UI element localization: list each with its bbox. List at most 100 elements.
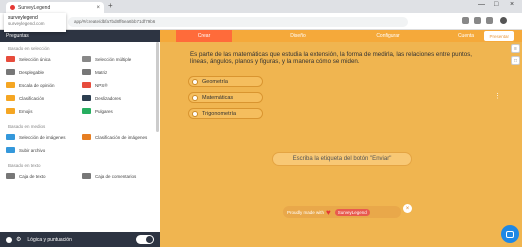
tab-account[interactable]: Cuenta xyxy=(446,30,486,42)
maximize-button[interactable]: □ xyxy=(494,1,498,8)
menu-icon[interactable] xyxy=(486,17,493,24)
bookmark-icon[interactable] xyxy=(474,17,481,24)
question-type-label: Clasificación de imágenes xyxy=(95,134,148,140)
url-suggestion[interactable]: surveylegend surveylegend.com xyxy=(4,13,66,32)
question-type-item[interactable]: Caja de texto xyxy=(6,171,78,181)
url-input[interactable]: app/#/create/dbfa7bd8ff6ea6bb71df79b6 xyxy=(68,17,408,27)
close-badge-icon[interactable]: × xyxy=(403,204,412,213)
tab-title: SurveyLegend xyxy=(18,4,51,11)
option-label: Geometría xyxy=(202,78,228,85)
question-type-label: Deslizadores xyxy=(95,95,122,101)
panel-scrollbar[interactable] xyxy=(156,42,159,132)
question-type-icon xyxy=(82,108,91,114)
question-type-label: Caja de comentarios xyxy=(95,173,137,179)
question-type-item[interactable]: Selección múltiple xyxy=(82,54,154,64)
question-type-icon xyxy=(6,82,15,88)
question-type-item[interactable]: Subir archivo xyxy=(6,145,78,155)
radio-icon xyxy=(192,110,198,117)
answer-option[interactable]: Geometría xyxy=(188,76,263,87)
tab-create[interactable]: Crear xyxy=(176,30,232,42)
question-type-label: Selección múltiple xyxy=(95,56,132,62)
question-type-label: Caja de texto xyxy=(19,173,46,179)
suggestion-secondary: surveylegend.com xyxy=(8,21,45,26)
question-type-icon xyxy=(6,69,15,75)
question-type-icon xyxy=(6,95,15,101)
answer-option[interactable]: Matemáticas xyxy=(188,92,263,103)
text-question-grid: Caja de texto Caja de comentarios xyxy=(0,171,160,181)
window-close-button[interactable]: × xyxy=(510,1,514,8)
question-type-item[interactable]: Desplegable xyxy=(6,67,78,77)
question-type-icon xyxy=(82,82,91,88)
question-type-label: Subir archivo xyxy=(19,147,46,153)
question-type-item[interactable]: Clasificación xyxy=(6,93,78,103)
question-type-label: Pulgares xyxy=(95,108,113,114)
panel-header-label: Preguntas xyxy=(6,33,29,39)
brand-label: SurveyLegend xyxy=(334,208,370,216)
question-type-label: Selección única xyxy=(19,56,51,62)
basic-question-grid: Selección única Selección múltiple Despleg… xyxy=(0,54,160,116)
tab-close-icon[interactable]: × xyxy=(96,5,100,11)
question-text[interactable]: Es parte de las matemáticas que estudia … xyxy=(190,51,490,65)
question-type-label: NPS® xyxy=(95,82,108,88)
powered-by-badge[interactable]: Proudly made with ♥ SurveyLegend xyxy=(283,206,401,218)
question-type-icon xyxy=(82,69,91,75)
question-type-item[interactable]: Emojis xyxy=(6,106,78,116)
radio-icon xyxy=(192,94,198,101)
question-type-icon xyxy=(6,56,15,62)
question-type-label: Desplegable xyxy=(19,69,45,75)
powered-text: Proudly made with xyxy=(287,209,325,215)
option-label: Trigonometría xyxy=(202,110,237,117)
top-navigation: Crear Diseño Configurar Cuenta Presentar xyxy=(160,30,522,42)
logic-label: Lógica y puntuación xyxy=(27,236,72,243)
submit-button[interactable]: Escriba la etiqueta del botón "Enviar" xyxy=(272,152,412,166)
side-tool-icon[interactable]: □ xyxy=(511,56,520,65)
question-type-item[interactable]: NPS® xyxy=(82,80,154,90)
logic-icon: ⚙ xyxy=(16,237,22,243)
section-basic: Basado en selección xyxy=(8,46,50,51)
extension-icon[interactable] xyxy=(462,17,469,24)
address-bar: ‹ › ↻ app/#/create/dbfa7bd8ff6ea6bb71df7… xyxy=(0,13,522,30)
question-type-label: Clasificación xyxy=(19,95,45,101)
media-question-grid: Selección de imágenes Clasificación de im… xyxy=(0,132,160,155)
present-button[interactable]: Presentar xyxy=(484,31,514,41)
question-type-icon xyxy=(6,147,15,153)
question-type-icon xyxy=(6,134,15,140)
tab-design[interactable]: Diseño xyxy=(270,30,326,42)
logic-toggle[interactable] xyxy=(136,235,154,244)
question-type-label: Selección de imágenes xyxy=(19,134,66,140)
browser-tabbar: SurveyLegend × + — □ × xyxy=(0,0,522,13)
question-type-icon xyxy=(82,134,91,140)
chat-button[interactable] xyxy=(501,225,519,243)
question-type-item[interactable]: Matriz xyxy=(82,67,154,77)
question-type-icon xyxy=(6,173,15,179)
logic-dot-icon xyxy=(6,236,12,243)
favicon-icon xyxy=(10,5,15,10)
tab-configure[interactable]: Configurar xyxy=(358,30,418,42)
minimize-button[interactable]: — xyxy=(478,1,485,8)
chat-icon xyxy=(506,230,514,238)
question-type-item[interactable]: Deslizadores xyxy=(82,93,154,103)
heart-icon: ♥ xyxy=(326,207,331,217)
question-type-item[interactable]: Selección de imágenes xyxy=(6,132,78,142)
section-media: Basado en medios xyxy=(8,124,46,129)
question-type-label: Emojis xyxy=(19,108,33,114)
question-type-item[interactable]: Caja de comentarios xyxy=(82,171,154,181)
profile-avatar[interactable] xyxy=(500,17,507,24)
expand-icon[interactable]: ⋮ xyxy=(494,92,501,100)
question-type-icon xyxy=(82,95,91,101)
option-label: Matemáticas xyxy=(202,94,234,101)
browser-tab[interactable]: SurveyLegend × xyxy=(6,2,104,13)
new-tab-button[interactable]: + xyxy=(108,1,113,10)
question-types-panel: Preguntas Basado en selección Selección … xyxy=(0,30,160,247)
question-type-icon xyxy=(6,108,15,114)
side-tool-icon[interactable]: ≡ xyxy=(511,44,520,53)
question-type-item[interactable]: Selección única xyxy=(6,54,78,64)
logic-footer[interactable]: ⚙ Lógica y puntuación xyxy=(0,232,160,247)
question-type-item[interactable]: Pulgares xyxy=(82,106,154,116)
question-type-label: Escala de opinión xyxy=(19,82,55,88)
question-type-item[interactable]: Clasificación de imágenes xyxy=(82,132,154,142)
answer-option[interactable]: Trigonometría xyxy=(188,108,263,119)
question-type-icon xyxy=(82,56,91,62)
radio-icon xyxy=(192,78,198,85)
question-type-item[interactable]: Escala de opinión xyxy=(6,80,78,90)
